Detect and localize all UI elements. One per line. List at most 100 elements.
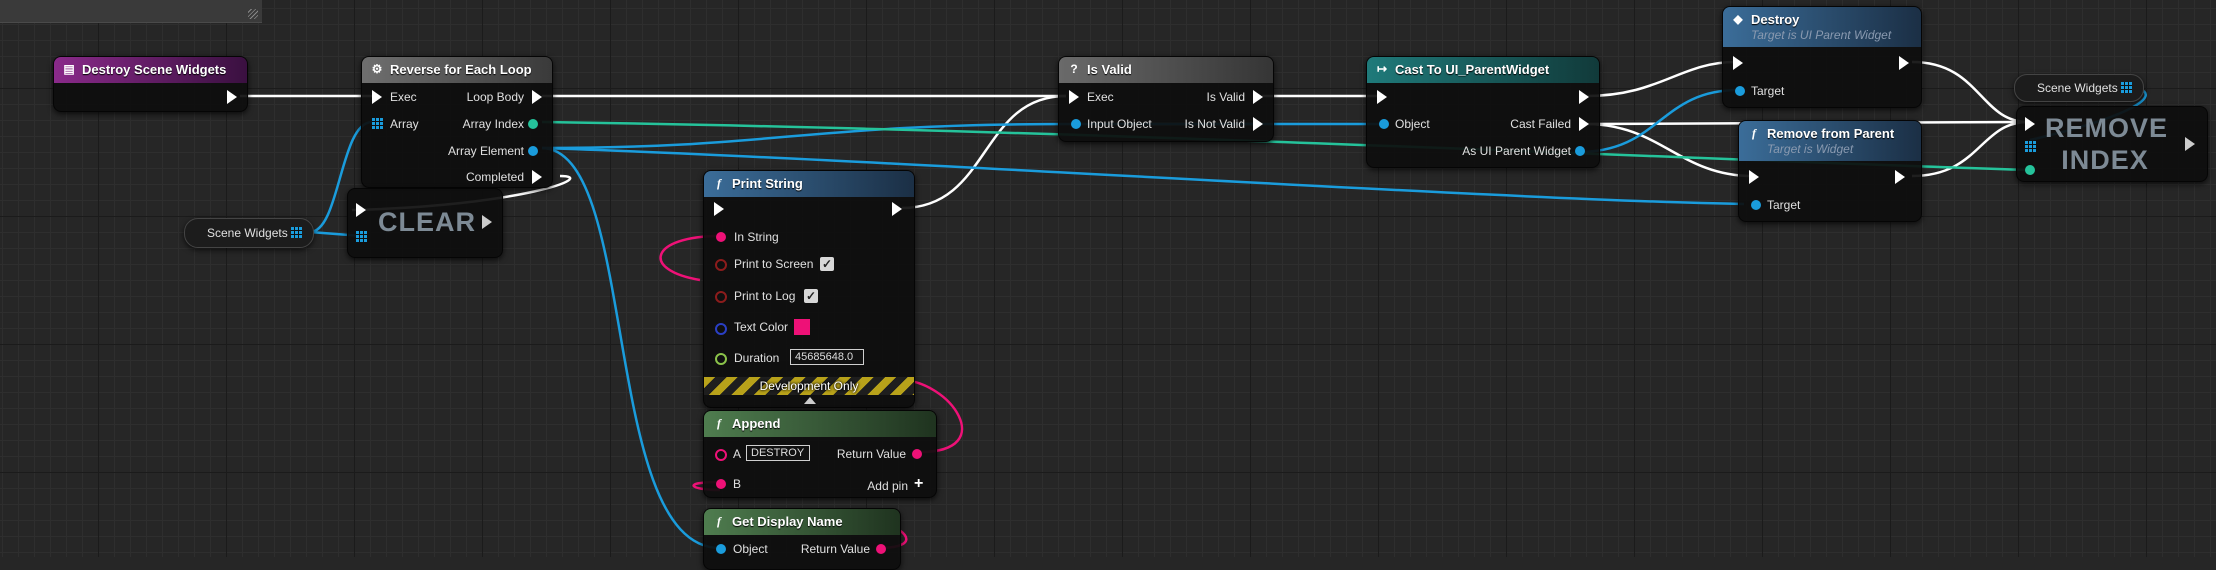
exec-out-pin[interactable] — [482, 215, 492, 229]
exec-in-pin[interactable] — [714, 202, 724, 216]
node-title: Print String — [732, 176, 803, 191]
as-ui-parent-widget-out-pin[interactable] — [1575, 146, 1585, 156]
in-string-label: In String — [734, 230, 779, 244]
exec-in-pin[interactable] — [356, 203, 366, 217]
in-string-pin[interactable] — [716, 232, 726, 242]
target-in-pin[interactable] — [1751, 200, 1761, 210]
print-to-log-label: Print to Log — [734, 289, 796, 303]
exec-out-pin[interactable] — [227, 90, 237, 104]
a-field[interactable] — [746, 445, 810, 461]
return-value-label: Return Value — [836, 447, 906, 461]
question-icon: ? — [1070, 62, 1078, 76]
print-string-node[interactable]: f Print String In String Print to Screen… — [703, 170, 915, 408]
print-to-screen-pin[interactable] — [715, 259, 727, 271]
return-value-label: Return Value — [800, 542, 870, 556]
function-icon: f — [717, 176, 721, 190]
completed-label: Completed — [465, 170, 524, 184]
print-to-log-checkbox[interactable]: ✓ — [804, 289, 818, 303]
clear-array-node[interactable]: CLEAR — [347, 188, 503, 258]
development-only-label: Development Only — [759, 379, 859, 393]
clear-label: CLEAR — [378, 207, 476, 237]
node-header: ⚙ Reverse for Each Loop — [362, 57, 552, 83]
print-to-screen-checkbox[interactable]: ✓ — [820, 257, 834, 271]
print-to-log-pin[interactable] — [715, 291, 727, 303]
node-title: Destroy — [1751, 12, 1800, 27]
array-in-pin[interactable] — [356, 231, 367, 242]
is-not-valid-label: Is Not Valid — [1184, 117, 1245, 131]
exec-in-pin[interactable] — [2025, 117, 2035, 131]
remove-index-node[interactable]: REMOVE INDEX — [2016, 106, 2208, 182]
reverse-for-each-loop-node[interactable]: ⚙ Reverse for Each Loop Exec Array Loop … — [361, 56, 553, 188]
loop-body-label: Loop Body — [466, 90, 524, 104]
remove-label: REMOVE — [2045, 113, 2169, 143]
return-value-pin[interactable] — [876, 544, 886, 554]
exec-out-pin[interactable] — [892, 202, 902, 216]
append-node[interactable]: f Append A Return Value B Add pin + — [703, 410, 937, 498]
a-pin[interactable] — [715, 449, 727, 461]
node-title: Destroy Scene Widgets — [82, 62, 227, 77]
exec-out-pin[interactable] — [1895, 170, 1905, 184]
exec-label: Exec — [1087, 90, 1114, 104]
function-icon: f — [717, 514, 721, 528]
node-title: Is Valid — [1087, 62, 1132, 77]
array-index-out-pin[interactable] — [528, 119, 538, 129]
diamond-icon: ◆ — [1733, 12, 1743, 26]
scene-widgets-variable-node[interactable]: Scene Widgets — [184, 218, 314, 248]
array-in-pin[interactable] — [372, 118, 383, 129]
cast-to-ui-parent-widget-node[interactable]: ↦ Cast To UI_ParentWidget Object Cast Fa… — [1366, 56, 1600, 168]
as-ui-parent-widget-label: As UI Parent Widget — [1462, 144, 1571, 158]
input-object-label: Input Object — [1087, 117, 1152, 131]
macro-icon: ⚙ — [371, 62, 383, 76]
plus-icon[interactable]: + — [914, 475, 923, 493]
is-not-valid-out-pin[interactable] — [1253, 117, 1263, 131]
exec-in-pin[interactable] — [1377, 90, 1387, 104]
scene-widgets-out-pin[interactable] — [291, 227, 302, 238]
exec-out-pin[interactable] — [1579, 90, 1589, 104]
a-label: A — [733, 447, 742, 461]
destroy-scene-widgets-event-node[interactable]: ▤ Destroy Scene Widgets — [53, 56, 248, 112]
get-display-name-node[interactable]: f Get Display Name Object Return Value — [703, 508, 901, 570]
target-in-pin[interactable] — [1735, 86, 1745, 96]
array-in-pin[interactable] — [2025, 141, 2036, 152]
array-element-out-pin[interactable] — [528, 146, 538, 156]
input-object-pin[interactable] — [1071, 119, 1081, 129]
node-subtitle: Target is Widget — [1767, 142, 1854, 156]
text-color-label: Text Color — [734, 320, 789, 334]
node-header: f Remove from Parent Target is Widget — [1739, 121, 1921, 161]
remove-from-parent-node[interactable]: f Remove from Parent Target is Widget Ta… — [1738, 120, 1922, 222]
wire-exec-print-to-isvalid — [901, 94, 1067, 210]
exec-in-pin[interactable] — [1749, 170, 1759, 184]
wire-exec-cast-to-destroy — [1585, 60, 1737, 98]
event-icon: ▤ — [63, 62, 75, 76]
object-label: Object — [733, 542, 768, 556]
object-in-pin[interactable] — [1379, 119, 1389, 129]
scene-widgets-variable-node-2[interactable]: Scene Widgets — [2014, 74, 2144, 102]
duration-pin[interactable] — [715, 353, 727, 365]
is-valid-out-pin[interactable] — [1253, 90, 1263, 104]
cast-failed-out-pin[interactable] — [1579, 117, 1589, 131]
exec-in-pin[interactable] — [1069, 90, 1079, 104]
destroy-node[interactable]: ◆ Destroy Target is UI Parent Widget Tar… — [1722, 6, 1922, 108]
add-pin-label[interactable]: Add pin — [867, 479, 908, 493]
index-in-pin[interactable] — [2025, 165, 2035, 175]
exec-out-pin[interactable] — [2185, 137, 2195, 151]
node-subtitle: Target is UI Parent Widget — [1751, 28, 1892, 42]
exec-in-pin[interactable] — [372, 90, 382, 104]
return-value-pin[interactable] — [912, 449, 922, 459]
text-color-swatch[interactable] — [794, 319, 810, 335]
scene-widgets-out-pin[interactable] — [2121, 82, 2132, 93]
node-header: f Print String — [704, 171, 914, 197]
text-color-pin[interactable] — [715, 323, 727, 335]
duration-field[interactable] — [790, 349, 864, 365]
exec-in-pin[interactable] — [1733, 56, 1743, 70]
expand-arrow-icon[interactable] — [804, 397, 816, 404]
is-valid-node[interactable]: ? Is Valid Exec Input Object Is Valid Is… — [1058, 56, 1274, 142]
target-label: Target — [1767, 198, 1801, 212]
array-element-label: Array Element — [447, 144, 524, 158]
loop-body-out-pin[interactable] — [532, 90, 542, 104]
object-in-pin[interactable] — [716, 544, 726, 554]
completed-out-pin[interactable] — [532, 170, 542, 184]
exec-label: Exec — [390, 90, 417, 104]
exec-out-pin[interactable] — [1899, 56, 1909, 70]
b-pin[interactable] — [716, 479, 726, 489]
